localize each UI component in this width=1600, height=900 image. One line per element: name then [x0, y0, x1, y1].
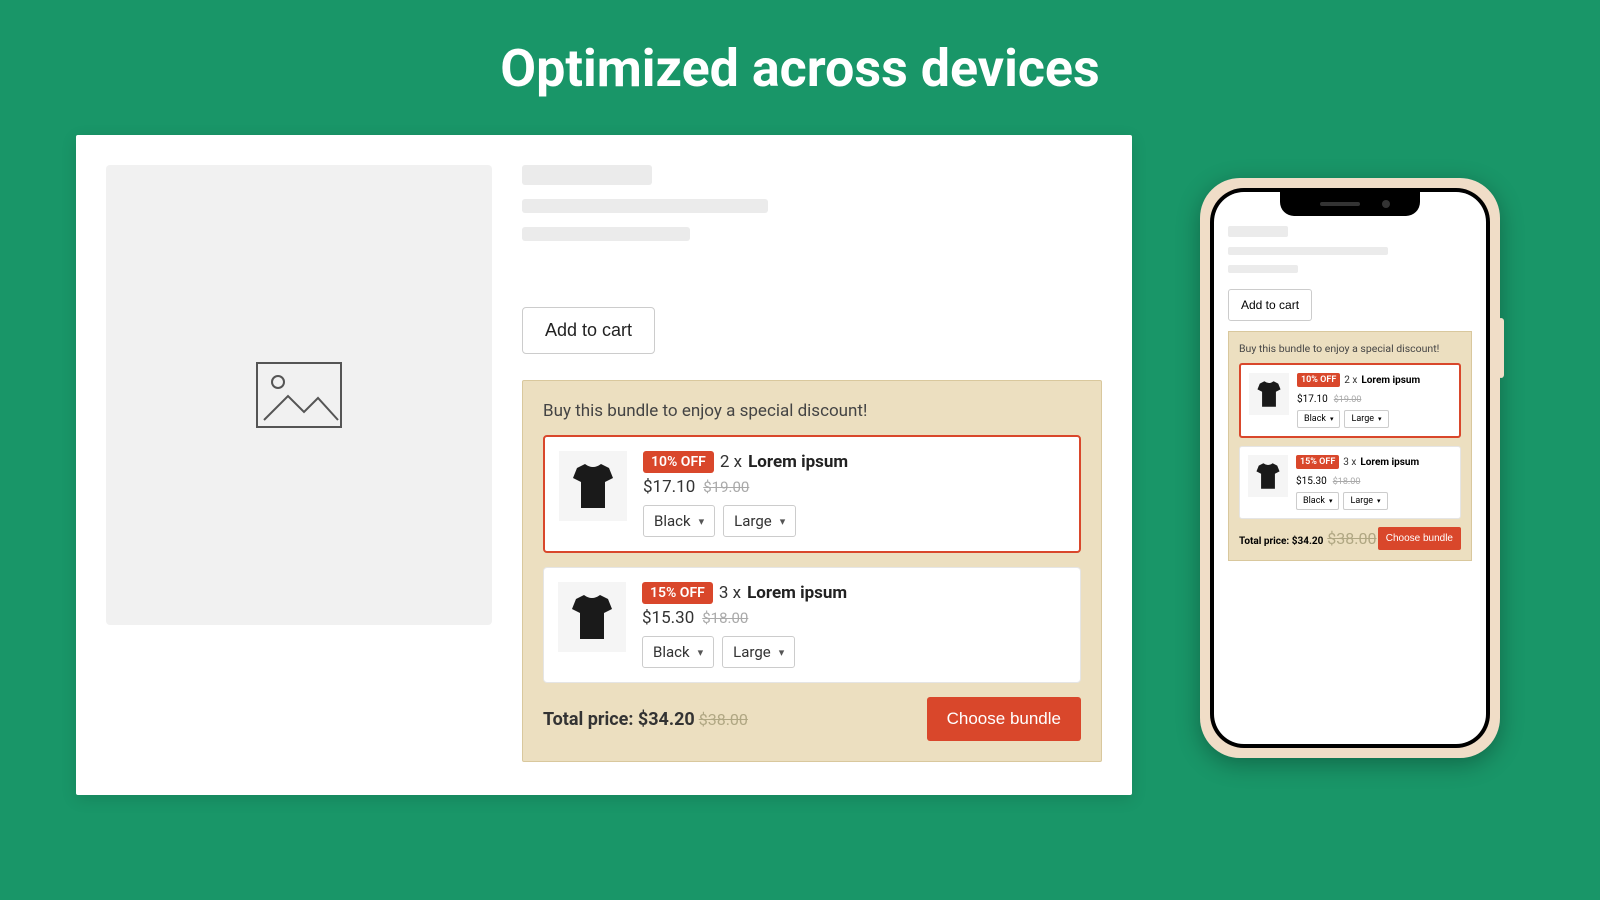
offer-price: $15.30	[642, 608, 694, 628]
mobile-preview-device: Add to cart Buy this bundle to enjoy a s…	[1200, 178, 1500, 758]
skeleton-line	[1228, 226, 1288, 237]
total-price-row: Total price: $34.20 $38.00	[543, 709, 748, 730]
product-thumb	[1248, 455, 1288, 497]
offer-qty: 3 x	[719, 583, 741, 603]
add-to-cart-button[interactable]: Add to cart	[522, 307, 655, 354]
offer-original-price: $19.00	[703, 478, 749, 496]
bundle-offer-2[interactable]: 15% OFF 3 x Lorem ipsum $15.30 $18.00 Bl…	[543, 567, 1081, 683]
choose-bundle-button[interactable]: Choose bundle	[927, 697, 1081, 741]
tshirt-icon	[566, 591, 618, 643]
bundle-widget: Buy this bundle to enjoy a special disco…	[522, 380, 1102, 762]
choose-bundle-button[interactable]: Choose bundle	[1378, 527, 1461, 550]
offer-qty: 2 x	[720, 452, 742, 472]
add-to-cart-button[interactable]: Add to cart	[1228, 289, 1312, 321]
offer-product-name: Lorem ipsum	[747, 583, 847, 603]
desktop-preview-card: Add to cart Buy this bundle to enjoy a s…	[76, 135, 1132, 795]
size-select[interactable]: Large	[723, 505, 796, 537]
offer-qty: 2 x	[1344, 375, 1357, 386]
tshirt-icon	[1254, 379, 1284, 409]
page-heading: Optimized across devices	[0, 0, 1600, 99]
phone-side-button-icon	[1498, 318, 1504, 378]
color-select[interactable]: Black	[1297, 410, 1340, 428]
bundle-title: Buy this bundle to enjoy a special disco…	[1239, 342, 1461, 355]
bundle-offer-2[interactable]: 15% OFF 3 x Lorem ipsum $15.30 $18.00 Bl…	[1239, 446, 1461, 519]
offer-qty: 3 x	[1343, 457, 1356, 468]
tshirt-icon	[567, 460, 619, 512]
size-select[interactable]: Large	[1344, 410, 1388, 428]
total-price-row: Total price: $34.20 $38.00	[1239, 529, 1376, 548]
offer-original-price: $19.00	[1334, 395, 1362, 405]
picture-icon	[254, 360, 344, 430]
offer-price: $17.10	[1297, 394, 1328, 405]
size-select[interactable]: Large	[722, 636, 795, 668]
skeleton-line	[522, 199, 768, 213]
offer-price: $17.10	[643, 477, 695, 497]
offer-original-price: $18.00	[1333, 477, 1361, 487]
skeleton-line	[522, 227, 690, 241]
discount-badge: 10% OFF	[643, 451, 714, 473]
bundle-offer-1[interactable]: 10% OFF 2 x Lorem ipsum $17.10 $19.00 Bl…	[1239, 363, 1461, 438]
color-select[interactable]: Black	[1296, 492, 1339, 510]
product-thumb	[1249, 373, 1289, 415]
color-select[interactable]: Black	[643, 505, 715, 537]
product-image-placeholder	[106, 165, 492, 625]
offer-product-name: Lorem ipsum	[1361, 375, 1420, 386]
discount-badge: 15% OFF	[1296, 455, 1339, 469]
size-select[interactable]: Large	[1343, 492, 1387, 510]
bundle-offer-1[interactable]: 10% OFF 2 x Lorem ipsum $17.10 $19.00 Bl…	[543, 435, 1081, 553]
tshirt-icon	[1253, 461, 1283, 491]
offer-product-name: Lorem ipsum	[748, 452, 848, 472]
phone-notch-icon	[1280, 192, 1420, 216]
discount-badge: 15% OFF	[642, 582, 713, 604]
offer-product-name: Lorem ipsum	[1360, 457, 1419, 468]
discount-badge: 10% OFF	[1297, 373, 1340, 387]
skeleton-line	[522, 165, 652, 185]
color-select[interactable]: Black	[642, 636, 714, 668]
offer-original-price: $18.00	[702, 609, 748, 627]
product-thumb	[558, 582, 626, 652]
bundle-widget: Buy this bundle to enjoy a special disco…	[1228, 331, 1472, 561]
bundle-title: Buy this bundle to enjoy a special disco…	[543, 401, 1081, 421]
product-thumb	[559, 451, 627, 521]
offer-price: $15.30	[1296, 476, 1327, 487]
skeleton-line	[1228, 247, 1388, 255]
skeleton-line	[1228, 265, 1298, 273]
